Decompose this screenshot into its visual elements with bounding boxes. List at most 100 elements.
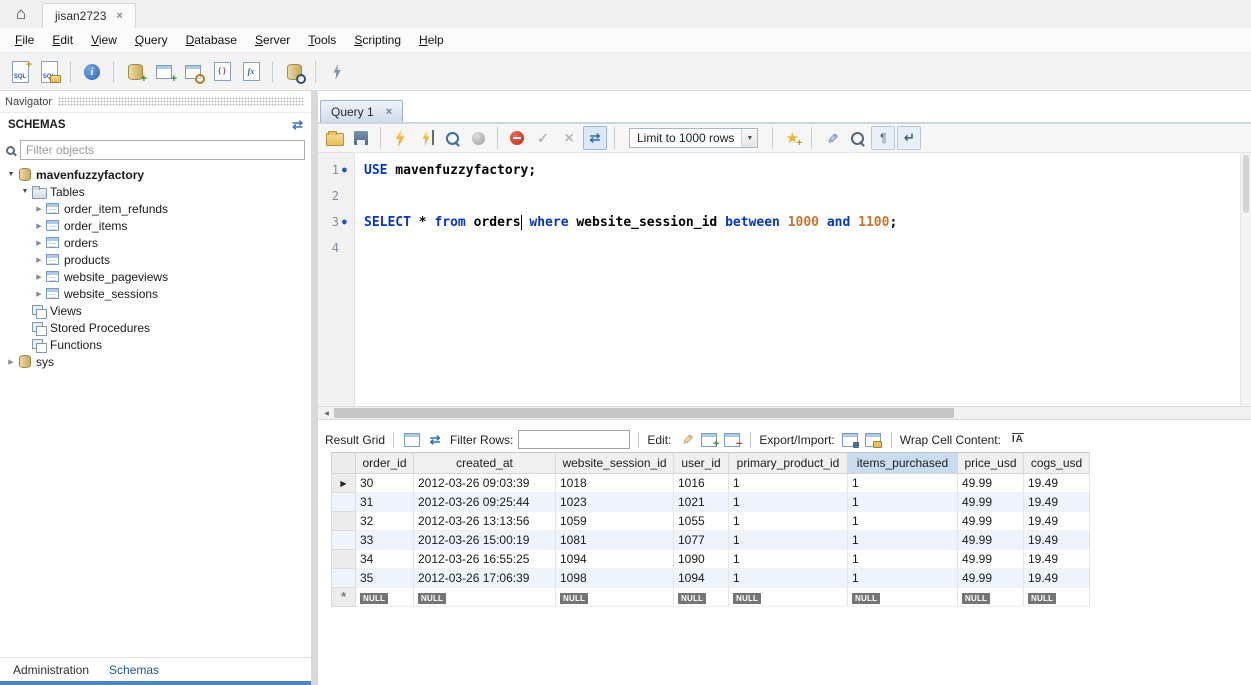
cell[interactable]: 49.99 [957,530,1024,550]
column-header-price_usd[interactable]: price_usd [957,452,1024,474]
save-script-icon[interactable] [349,126,373,150]
cell[interactable]: 1081 [555,530,674,550]
invisibles-icon[interactable] [871,126,896,150]
cell[interactable]: 1 [728,473,848,493]
cell[interactable]: 49.99 [957,492,1024,512]
cell[interactable]: 1077 [673,530,729,550]
cell[interactable]: 2012-03-26 09:25:44 [413,492,556,512]
open-script-icon[interactable] [323,126,347,150]
cell[interactable]: 1 [728,492,848,512]
beautify-icon[interactable] [819,126,843,150]
row-marker[interactable] [331,549,356,569]
tree-item-website_pageviews[interactable]: ▶ website_pageviews [0,268,311,285]
column-header-order_id[interactable]: order_id [355,452,414,474]
new-row-marker[interactable]: * [331,587,356,607]
cell[interactable]: 2012-03-26 09:03:39 [413,473,556,493]
cell[interactable]: 1 [847,511,958,531]
tab-query-1[interactable]: Query 1 × [320,100,404,122]
column-header-user_id[interactable]: user_id [673,452,729,474]
insert-row-icon[interactable] [699,431,719,450]
code-line[interactable]: SELECT * from orders where website_sessi… [364,209,1251,235]
grid-options-icon[interactable] [402,431,422,449]
cell[interactable]: 49.99 [957,549,1024,569]
tree-item-order_items[interactable]: ▶ order_items [0,217,311,234]
rollback-icon[interactable] [557,126,581,150]
caret-collapsed-icon[interactable]: ▶ [33,290,45,298]
search-data-icon[interactable] [281,59,307,85]
export-icon[interactable] [840,431,860,449]
cell[interactable]: 1023 [555,492,674,512]
column-header-cogs_usd[interactable]: cogs_usd [1023,452,1090,474]
cell[interactable]: 19.49 [1023,511,1090,531]
create-view-icon[interactable] [180,59,206,85]
explain-icon[interactable] [440,126,464,150]
code-line[interactable] [364,235,1251,261]
column-header-primary_product_id[interactable]: primary_product_id [728,452,848,474]
column-header-created_at[interactable]: created_at [413,452,556,474]
cell[interactable]: 2012-03-26 13:13:56 [413,511,556,531]
open-sql-script-icon[interactable] [36,59,62,85]
cell[interactable]: 1 [728,511,848,531]
cell[interactable]: 34 [355,549,414,569]
caret-collapsed-icon[interactable]: ▶ [5,358,17,366]
stop-icon[interactable] [466,126,490,150]
tree-item-orders[interactable]: ▶ orders [0,234,311,251]
column-header-items_purchased[interactable]: items_purchased [847,452,958,474]
tab-schemas[interactable]: Schemas [101,660,167,680]
menu-tools[interactable]: Tools [299,29,345,51]
cell[interactable]: 1 [728,530,848,550]
inspector-icon[interactable] [79,59,105,85]
row-marker[interactable] [331,511,356,531]
caret-collapsed-icon[interactable]: ▶ [33,273,45,281]
menu-database[interactable]: Database [177,29,246,51]
menu-file[interactable]: File [6,29,43,51]
cell[interactable]: 2012-03-26 17:06:39 [413,568,556,588]
create-schema-icon[interactable] [122,59,148,85]
cell[interactable]: 1018 [555,473,674,493]
tree-item-views[interactable]: Views [0,302,311,319]
connection-tab[interactable]: jisan2723 × [42,3,136,28]
menu-help[interactable]: Help [410,29,453,51]
cell[interactable]: 19.49 [1023,549,1090,569]
scrollbar-thumb[interactable] [334,408,954,418]
cell[interactable]: NULL [355,587,414,607]
scroll-left-arrow-icon[interactable]: ◀ [320,407,333,419]
tree-item-sys[interactable]: ▶ sys [0,353,311,370]
cell[interactable]: 19.49 [1023,530,1090,550]
cell[interactable]: 1 [847,549,958,569]
code-line[interactable]: USE mavenfuzzyfactory; [364,157,1251,183]
cell[interactable]: 2012-03-26 16:55:25 [413,549,556,569]
caret-collapsed-icon[interactable]: ▶ [33,256,45,264]
refresh-schemas-icon[interactable]: ⇄ [292,117,303,133]
cell[interactable]: 1090 [673,549,729,569]
cell[interactable]: 49.99 [957,511,1024,531]
cell[interactable]: 19.49 [1023,492,1090,512]
cell[interactable]: NULL [413,587,556,607]
row-marker[interactable] [331,568,356,588]
cell[interactable]: 1098 [555,568,674,588]
caret-expanded-icon[interactable]: ▼ [5,171,17,178]
cell[interactable]: 1055 [673,511,729,531]
tree-item-products[interactable]: ▶ products [0,251,311,268]
wrap-cell-content-icon[interactable]: IA [1006,431,1030,449]
cell[interactable]: NULL [673,587,729,607]
chevron-down-icon[interactable]: ▼ [741,129,758,147]
menu-view[interactable]: View [82,29,126,51]
menu-server[interactable]: Server [246,29,299,51]
menu-edit[interactable]: Edit [43,29,82,51]
tree-item-mavenfuzzyfactory[interactable]: ▼ mavenfuzzyfactory [0,166,311,183]
menu-query[interactable]: Query [126,29,177,51]
cell[interactable]: 35 [355,568,414,588]
create-table-icon[interactable] [151,59,177,85]
limit-rows-dropdown[interactable]: Limit to 1000 rows ▼ [629,128,759,148]
cell[interactable]: 33 [355,530,414,550]
row-marker[interactable] [331,492,356,512]
panel-splitter[interactable] [311,91,318,685]
import-icon[interactable] [863,431,883,449]
find-icon[interactable] [845,126,869,150]
cell[interactable]: 1021 [673,492,729,512]
close-icon[interactable]: × [116,10,122,22]
cell[interactable]: 32 [355,511,414,531]
edit-record-icon[interactable] [676,431,696,449]
cell[interactable]: 1 [728,549,848,569]
